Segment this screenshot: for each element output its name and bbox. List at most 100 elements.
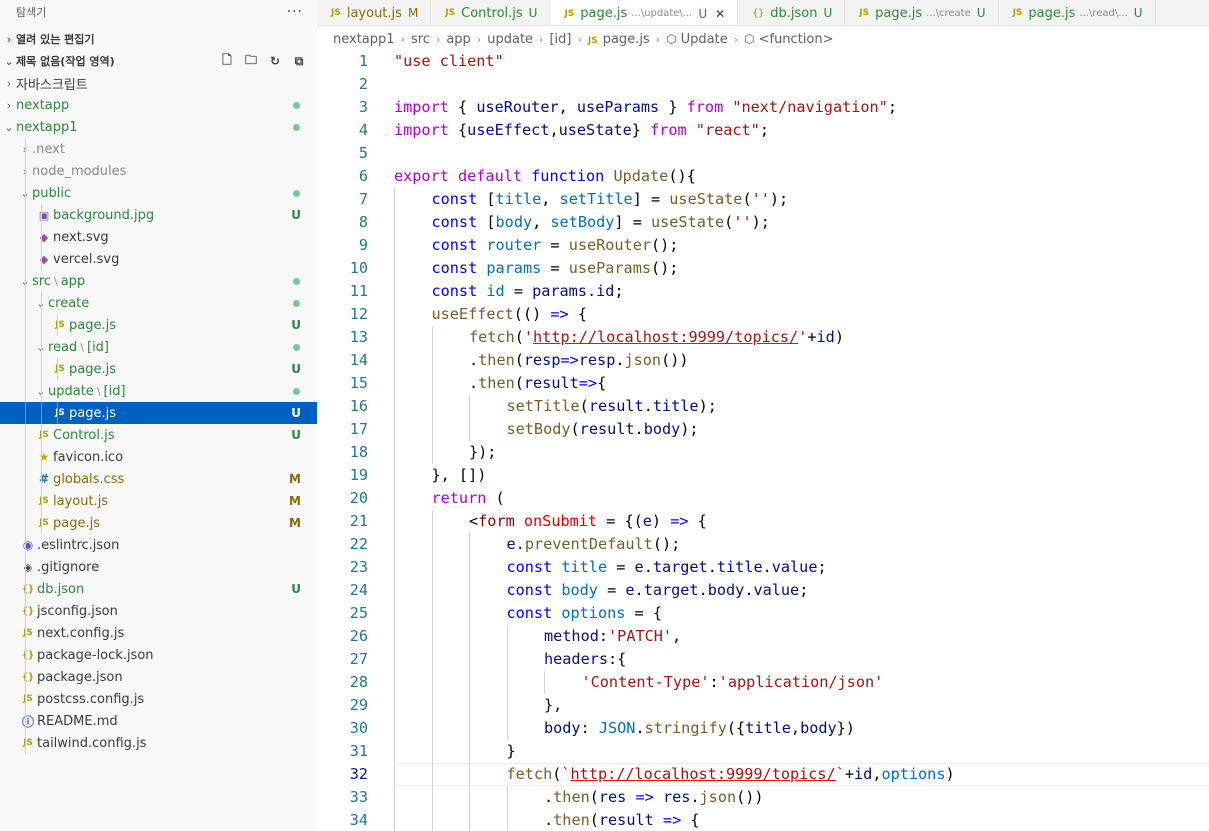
code-line[interactable]: 21 <form onSubmit = {(e) => { bbox=[317, 510, 1209, 533]
indent-guide bbox=[469, 717, 470, 740]
code-line[interactable]: 33 .then(res => res.json()) bbox=[317, 786, 1209, 809]
tree-file[interactable]: ⓘ README.md bbox=[0, 710, 317, 732]
tree-file[interactable]: {} package-lock.json bbox=[0, 644, 317, 666]
tree-folder[interactable]: ⌄ nextapp1 bbox=[0, 116, 317, 138]
code-line[interactable]: 31} bbox=[317, 740, 1209, 763]
breadcrumb-segment[interactable]: [id] bbox=[549, 32, 571, 47]
tree-file[interactable]: {} db.json U bbox=[0, 578, 317, 600]
code-line[interactable]: 32 fetch(`http://localhost:9999/topics/`+… bbox=[317, 763, 1209, 786]
tree-file[interactable]: JS page.js U bbox=[0, 358, 317, 380]
code-line[interactable]: 6 export default function Update(){ bbox=[317, 165, 1209, 188]
code-line[interactable]: 26 method:'PATCH', bbox=[317, 625, 1209, 648]
editor-tab[interactable]: JS page.js ...\create U bbox=[845, 0, 999, 25]
tree-folder[interactable]: ⌄update\[id] bbox=[0, 380, 317, 402]
code-line[interactable]: 2 bbox=[317, 73, 1209, 96]
breadcrumb-segment[interactable]: src bbox=[411, 32, 430, 47]
code-line[interactable]: 14 .then(resp=>resp.json()) bbox=[317, 349, 1209, 372]
tree-file[interactable]: {} package.json bbox=[0, 666, 317, 688]
code-token: { bbox=[568, 305, 587, 323]
editor-tab[interactable]: JS layout.js M bbox=[317, 0, 432, 25]
code-line[interactable]: 17 setBody(result.body); bbox=[317, 418, 1209, 441]
breadcrumb-segment[interactable]: ⬡ <function> bbox=[744, 32, 833, 47]
code-text: const [title, setTitle] = useState(''); bbox=[432, 188, 789, 211]
code-line[interactable]: 16 setTitle(result.title); bbox=[317, 395, 1209, 418]
tree-file[interactable]: JS page.js M bbox=[0, 512, 317, 534]
tree-file[interactable]: ◆ next.svg bbox=[0, 226, 317, 248]
tree-file[interactable]: {} jsconfig.json bbox=[0, 600, 317, 622]
tree-file[interactable]: JS page.js U bbox=[0, 314, 317, 336]
tree-file[interactable]: JS next.config.js bbox=[0, 622, 317, 644]
code-line[interactable]: 10 const params = useParams(); bbox=[317, 257, 1209, 280]
editor-tab[interactable]: {} db.json U bbox=[738, 0, 846, 25]
code-line[interactable]: 13 fetch('http://localhost:9999/topics/'+… bbox=[317, 326, 1209, 349]
code-editor[interactable]: 1 "use client" 2 3 import { useRouter, usePa… bbox=[317, 50, 1209, 831]
tree-folder[interactable]: ⌄public bbox=[0, 182, 317, 204]
code-line[interactable]: 34 .then(result => { bbox=[317, 809, 1209, 831]
code-line[interactable]: 29}, bbox=[317, 694, 1209, 717]
code-line[interactable]: 8 const [body, setBody] = useState(''); bbox=[317, 211, 1209, 234]
code-line[interactable]: 20 return ( bbox=[317, 487, 1209, 510]
tree-folder[interactable]: ⌄create bbox=[0, 292, 317, 314]
tab-git-status: U bbox=[698, 6, 708, 21]
code-line[interactable]: 23 const title = e.target.title.value; bbox=[317, 556, 1209, 579]
open-editors-section[interactable]: › 열려 있는 편집기 bbox=[0, 28, 317, 50]
tree-file[interactable]: ★ favicon.ico bbox=[0, 446, 317, 468]
breadcrumb-segment[interactable]: nextapp1 bbox=[333, 32, 395, 47]
js-file-icon: JS bbox=[23, 738, 33, 748]
code-line[interactable]: 9 const router = useRouter(); bbox=[317, 234, 1209, 257]
breadcrumb-segment[interactable]: update bbox=[487, 32, 533, 47]
code-line[interactable]: 12 useEffect(() => { bbox=[317, 303, 1209, 326]
indent-guide bbox=[41, 336, 42, 358]
collapse-all-icon[interactable]: ⧉ bbox=[291, 54, 307, 69]
tree-file[interactable]: JS tailwind.config.js bbox=[0, 732, 317, 754]
code-text: import { useRouter, useParams } from "ne… bbox=[394, 96, 897, 119]
tree-file[interactable]: JS page.js U bbox=[0, 402, 317, 424]
more-actions-icon[interactable]: ··· bbox=[287, 4, 303, 20]
editor-tab[interactable]: JS page.js ...\update\... U ✕ bbox=[550, 0, 739, 25]
indent-guide bbox=[41, 446, 42, 468]
tree-file[interactable]: ▣ background.jpg U bbox=[0, 204, 317, 226]
code-line[interactable]: 5 bbox=[317, 142, 1209, 165]
tree-folder[interactable]: ⌄src\app bbox=[0, 270, 317, 292]
breadcrumb-segment[interactable]: app bbox=[446, 32, 470, 47]
code-line[interactable]: 3 import { useRouter, useParams } from "n… bbox=[317, 96, 1209, 119]
code-line[interactable]: 30 body: JSON.stringify({title,body}) bbox=[317, 717, 1209, 740]
tree-folder[interactable]: ›node_modules bbox=[0, 160, 317, 182]
close-icon[interactable]: ✕ bbox=[715, 7, 725, 21]
tree-folder[interactable]: ⌄read\[id] bbox=[0, 336, 317, 358]
tree-file[interactable]: JS postcss.config.js bbox=[0, 688, 317, 710]
editor-tab[interactable]: JS page.js ...\read\... U bbox=[999, 0, 1156, 25]
new-folder-icon[interactable]: 🗀 bbox=[243, 51, 259, 72]
tree-file[interactable]: JS layout.js M bbox=[0, 490, 317, 512]
code-line[interactable]: 7 const [title, setTitle] = useState(''); bbox=[317, 188, 1209, 211]
code-line[interactable]: 28 'Content-Type':'application/json' bbox=[317, 671, 1209, 694]
indent-guide bbox=[469, 395, 470, 418]
tree-folder[interactable]: › 자바스크립트 bbox=[0, 72, 317, 94]
code-line[interactable]: 22 e.preventDefault(); bbox=[317, 533, 1209, 556]
tree-folder[interactable]: › nextapp bbox=[0, 94, 317, 116]
code-line[interactable]: 4 import {useEffect,useState} from "react… bbox=[317, 119, 1209, 142]
tree-file[interactable]: ◉ .eslintrc.json bbox=[0, 534, 317, 556]
refresh-icon[interactable]: ↻ bbox=[267, 54, 283, 68]
code-line[interactable]: 1 "use client" bbox=[317, 50, 1209, 73]
code-line[interactable]: 25 const options = { bbox=[317, 602, 1209, 625]
code-line[interactable]: 19}, []) bbox=[317, 464, 1209, 487]
code-line[interactable]: 15 .then(result=>{ bbox=[317, 372, 1209, 395]
indent-guide bbox=[431, 579, 433, 602]
tree-file[interactable]: JS Control.js U bbox=[0, 424, 317, 446]
workspace-section[interactable]: ⌄ 제목 없음(작업 영역) 🗋 🗀 ↻ ⧉ bbox=[0, 50, 317, 72]
code-token: useState bbox=[669, 190, 743, 208]
breadcrumb-segment[interactable]: ⬡ Update bbox=[666, 32, 728, 47]
breadcrumb-segment[interactable]: JS page.js bbox=[588, 32, 650, 47]
tree-file[interactable]: # globals.css M bbox=[0, 468, 317, 490]
code-token: const bbox=[431, 236, 487, 254]
code-line[interactable]: 18}); bbox=[317, 441, 1209, 464]
code-line[interactable]: 11 const id = params.id; bbox=[317, 280, 1209, 303]
new-file-icon[interactable]: 🗋 bbox=[219, 51, 235, 72]
code-line[interactable]: 24 const body = e.target.body.value; bbox=[317, 579, 1209, 602]
editor-tab[interactable]: JS Control.js U bbox=[431, 0, 551, 25]
code-line[interactable]: 27 headers:{ bbox=[317, 648, 1209, 671]
tree-file[interactable]: ◈ .gitignore bbox=[0, 556, 317, 578]
tree-file[interactable]: ◆ vercel.svg bbox=[0, 248, 317, 270]
tree-folder[interactable]: ›.next bbox=[0, 138, 317, 160]
